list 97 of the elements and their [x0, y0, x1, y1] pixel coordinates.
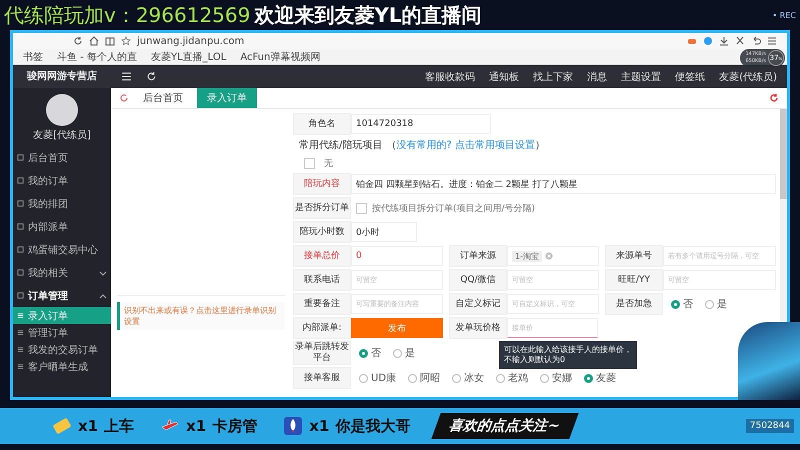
menu-item[interactable]: 我的订单 [13, 169, 111, 192]
tooltip: 可以在此输入给该接手人的接单价，不输入则默认为0 [499, 341, 637, 369]
avatar [46, 94, 78, 126]
gift-count: x1 [78, 417, 98, 435]
field-label: 来源单号 [605, 245, 663, 267]
rocket-icon [283, 416, 304, 436]
star-icon[interactable] [121, 36, 131, 46]
scrollbar-thumb[interactable] [780, 109, 787, 199]
stream-title: 欢迎来到友菱YL的直播间 [254, 2, 482, 28]
checkbox-label: 按代练项目拆分订单(项目之间用/号分隔) [372, 202, 536, 214]
field-label: 自定义标记 [449, 293, 507, 315]
tab[interactable]: 后台首页 [133, 88, 193, 108]
radio-option[interactable]: 老鸡 [496, 371, 528, 385]
menu-item[interactable]: 我的排团 [13, 192, 111, 215]
submenu-item[interactable]: 管理订单 [13, 324, 111, 341]
gift-name: 上车 [104, 416, 134, 436]
list-icon [17, 312, 24, 319]
list-icon [17, 363, 24, 370]
radio-option[interactable]: 是 [705, 297, 727, 311]
gift-name: 卡房管 [212, 416, 258, 436]
checkbox[interactable] [356, 202, 367, 214]
radio-option[interactable]: 否 [671, 297, 693, 311]
nav-link[interactable]: 消息 [587, 70, 608, 84]
list-icon [17, 329, 24, 336]
reload-icon[interactable] [119, 93, 129, 103]
undo-icon[interactable] [751, 36, 761, 46]
field-label: 内部派单: [293, 317, 351, 339]
chevron-up-icon[interactable] [99, 292, 107, 300]
input-field[interactable]: 1014720318 [351, 114, 491, 134]
document-icon [17, 177, 24, 184]
nav-link[interactable]: 找上下家 [533, 70, 574, 84]
gift-count: x1 [186, 417, 206, 435]
document-icon [17, 154, 24, 161]
radio-option[interactable]: 是 [393, 346, 415, 360]
checkbox-label: 无 [324, 158, 333, 170]
home-icon[interactable] [89, 36, 99, 46]
input-field[interactable]: 铂金四 四颗星到钻石。进度：铂金二 2颗星 打了八颗星 [351, 174, 776, 194]
hours-select[interactable]: 0小时 [351, 222, 417, 242]
source-select[interactable]: 1-淘宝 [507, 246, 599, 266]
radio-option[interactable]: 冰女 [452, 371, 484, 385]
nav-link[interactable]: 通知板 [489, 70, 520, 84]
bookmark-item[interactable]: AcFun弹幕视频网 [240, 50, 320, 64]
field-label: 陪玩内容 [293, 173, 351, 195]
download-icon[interactable] [719, 36, 729, 46]
menu-item[interactable]: 我的相关 [13, 261, 111, 284]
rec-label: • REC [772, 10, 796, 20]
menu-item[interactable]: 内部派单 [13, 215, 111, 238]
field-label: 联系电话 [293, 269, 351, 291]
field-label: 是否加急 [605, 293, 663, 315]
chevron-down-icon[interactable] [99, 268, 107, 276]
user-name: 友菱[代练员] [32, 128, 92, 142]
shop-name: 骏网网游专营店 [13, 65, 111, 88]
gift-name: 你是我大哥 [335, 416, 410, 436]
submenu-item[interactable]: 客户晒单生成 [13, 358, 111, 375]
field-label: 陪玩小时数 [293, 221, 351, 243]
field-label: 角色名 [293, 113, 351, 135]
reload-icon[interactable] [73, 36, 83, 46]
field-label: 旺旺/YY [605, 269, 663, 291]
radio-option[interactable]: UD康 [359, 371, 396, 385]
contact-text: 代练陪玩加v：296612569 [4, 2, 250, 28]
document-icon [17, 292, 24, 299]
checkbox[interactable] [304, 158, 315, 168]
menu-item[interactable]: 鸡蛋铺交易中心 [13, 238, 111, 261]
list-icon [17, 346, 24, 353]
radio-option[interactable]: 否 [359, 346, 381, 360]
document-icon [17, 246, 24, 253]
menu-item[interactable]: 订单管理 [13, 284, 111, 307]
nav-link[interactable]: 主题设置 [621, 70, 662, 84]
field-label: 录单后跳转发平台 [293, 341, 351, 365]
bookmark-item[interactable]: 斗鱼 - 每个人的直 [57, 50, 137, 64]
gift-count: x1 [309, 417, 330, 435]
field-label: 发单玩价格 [449, 317, 507, 339]
room-number: 7502844 [746, 419, 794, 433]
section-label: 常用代练/陪玩项目 （没有常用的? 点击常用项目设置） [298, 138, 546, 153]
document-icon [17, 223, 24, 230]
menu-icon[interactable] [767, 36, 777, 46]
radio-option[interactable]: 安娜 [540, 371, 572, 385]
field-label: 是否拆分订单 [293, 197, 351, 219]
menu-item[interactable]: 后台首页 [13, 146, 111, 169]
field-label: 接单总价 [293, 245, 351, 267]
nav-link[interactable]: 便签纸 [675, 70, 706, 84]
radio-option[interactable]: 阿昭 [408, 371, 440, 385]
account-menu[interactable]: 友菱(代练员) [719, 70, 777, 84]
bookmark-item[interactable]: 友菱YL直播_LOL [150, 50, 226, 64]
input-field[interactable]: 0 [351, 246, 443, 266]
document-icon [17, 200, 24, 207]
submenu-item[interactable]: 我发的交易订单 [13, 341, 111, 358]
nav-link[interactable]: 客服收款码 [425, 70, 476, 84]
field-label: 订单来源 [449, 245, 507, 267]
field-label: QQ/微信 [449, 269, 507, 291]
bookmark-item[interactable]: 书签 [23, 50, 43, 64]
field-label: 接单客服 [293, 367, 351, 389]
radio-option[interactable]: 友菱 [584, 371, 616, 385]
field-label: 重要备注 [293, 293, 351, 315]
document-icon [17, 269, 24, 276]
book-icon[interactable] [105, 36, 115, 46]
follow-banner: 喜欢的点点关注~ [432, 413, 579, 439]
